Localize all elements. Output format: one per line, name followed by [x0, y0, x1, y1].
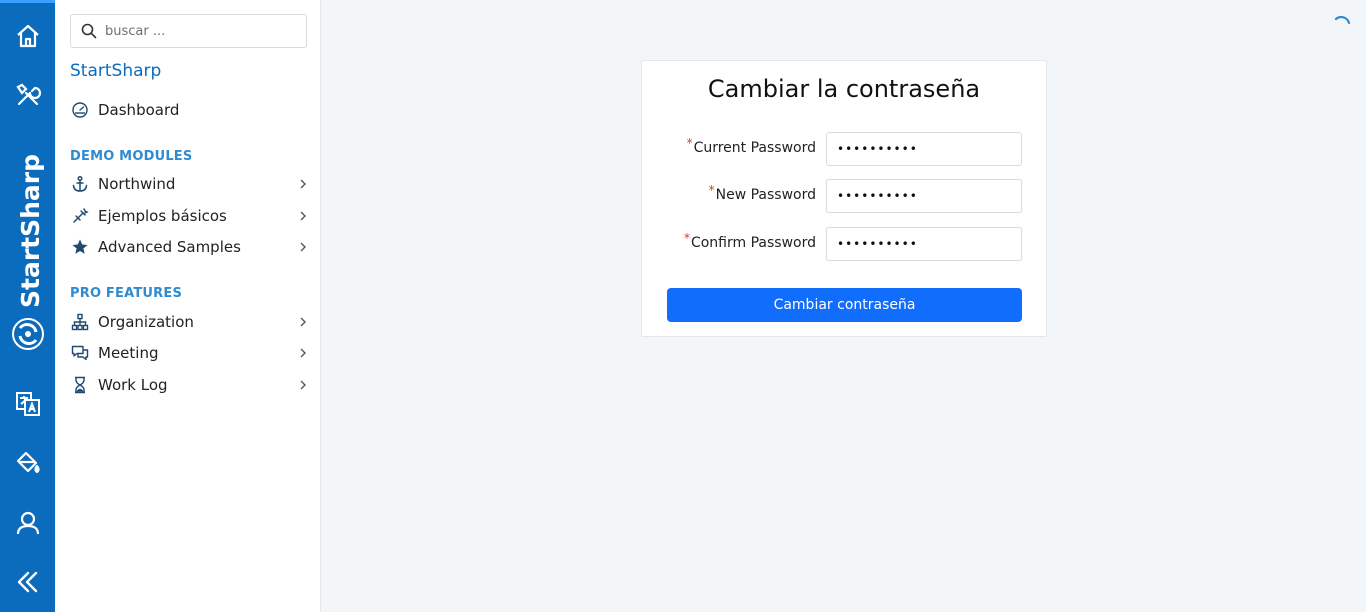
sidebar-item-label: Advanced Samples	[98, 238, 241, 256]
home-icon	[16, 24, 39, 48]
chevron-right-icon	[300, 211, 306, 221]
new-password-field[interactable]	[826, 179, 1022, 213]
confirm-password-label: *Confirm Password	[683, 231, 816, 251]
loading-progress-bar	[0, 0, 62, 3]
sidebar-item-label: Meeting	[98, 344, 159, 362]
sidebar: StartSharp Dashboard DEMO MODULES Northw…	[55, 0, 321, 612]
section-heading-demo-modules: DEMO MODULES	[70, 149, 193, 164]
sidebar-item-organization[interactable]: Organization	[70, 309, 310, 335]
change-password-button[interactable]: Cambiar contraseña	[667, 288, 1022, 322]
svg-text:StartSharp: StartSharp	[16, 154, 45, 308]
icon-rail: StartSharp	[0, 0, 62, 612]
anchor-icon	[70, 174, 90, 194]
hourglass-icon	[70, 375, 90, 395]
theme-button[interactable]	[0, 440, 55, 486]
chevron-right-icon	[300, 380, 306, 390]
sidebar-item-label: Organization	[98, 313, 194, 331]
required-mark: *	[683, 231, 690, 245]
translations-button[interactable]	[0, 381, 55, 427]
sidebar-item-advanced-samples[interactable]: Advanced Samples	[70, 234, 310, 260]
startsharp-vertical-logo: StartSharp	[12, 154, 45, 350]
sidebar-item-work-log[interactable]: Work Log	[70, 372, 310, 398]
sidebar-item-label: Work Log	[98, 376, 168, 394]
sidebar-brand[interactable]: StartSharp	[70, 61, 161, 81]
sidebar-item-northwind[interactable]: Northwind	[70, 171, 310, 197]
chevron-right-icon	[300, 242, 306, 252]
section-heading-pro-features: PRO FEATURES	[70, 286, 183, 301]
loading-spinner-icon	[1334, 16, 1351, 25]
new-password-label: *New Password	[708, 183, 816, 203]
confirm-password-row: *Confirm Password	[642, 227, 1046, 261]
user-profile-button[interactable]	[0, 500, 55, 546]
chevron-right-icon	[300, 179, 306, 189]
required-mark: *	[686, 136, 693, 150]
current-password-field[interactable]	[826, 132, 1022, 166]
user-icon	[16, 511, 39, 535]
sidebar-item-meeting[interactable]: Meeting	[70, 340, 310, 366]
wand-icon	[70, 206, 90, 226]
current-password-row: *Current Password	[642, 132, 1046, 166]
sidebar-item-dashboard[interactable]: Dashboard	[70, 97, 310, 123]
sidebar-item-label: Northwind	[98, 175, 176, 193]
home-button[interactable]	[0, 13, 55, 59]
sidebar-item-label: Ejemplos básicos	[98, 207, 227, 225]
search-icon	[81, 23, 97, 39]
required-mark: *	[708, 183, 715, 197]
sidebar-item-ejemplos-basicos[interactable]: Ejemplos básicos	[70, 203, 310, 229]
tools-icon	[15, 83, 41, 106]
change-password-dialog: Cambiar la contraseña *Current Password …	[641, 60, 1047, 337]
search-box[interactable]	[70, 14, 307, 48]
chevron-right-icon	[300, 348, 306, 358]
chat-icon	[70, 343, 90, 363]
page-title: Cambiar la contraseña	[707, 75, 981, 103]
search-input[interactable]	[105, 23, 295, 39]
current-password-label: *Current Password	[686, 136, 816, 156]
collapse-icon	[17, 571, 37, 593]
collapse-sidebar-button[interactable]	[0, 559, 55, 605]
sidebar-item-label: Dashboard	[98, 101, 180, 119]
chevron-right-icon	[300, 317, 306, 327]
translate-icon	[15, 392, 40, 416]
paint-bucket-icon	[16, 451, 40, 474]
gauge-icon	[70, 100, 90, 120]
org-chart-icon	[70, 312, 90, 332]
tools-button[interactable]	[0, 72, 55, 118]
star-icon	[70, 237, 90, 257]
new-password-row: *New Password	[642, 179, 1046, 213]
confirm-password-field[interactable]	[826, 227, 1022, 261]
